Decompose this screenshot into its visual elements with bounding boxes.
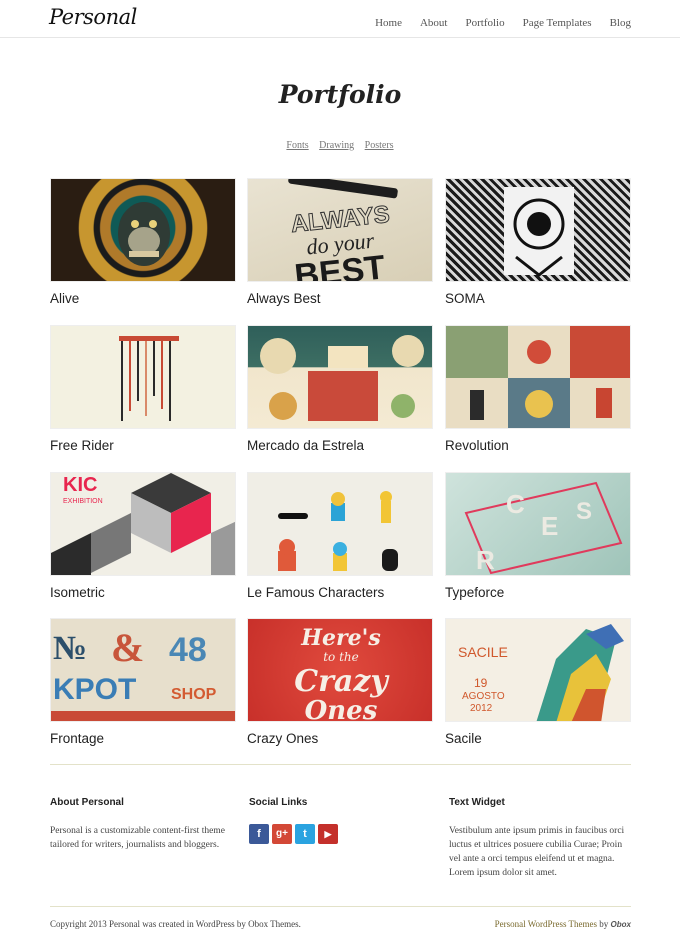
site-logo[interactable]: Personal [49, 5, 137, 29]
portfolio-item-typeforce[interactable]: C E S R Typeforce [445, 472, 631, 600]
thumbnail-frontage[interactable]: № & 48 KPOT SHOP [50, 618, 236, 722]
thumbnail-crazy-ones[interactable]: Here's to the Crazy Ones [247, 618, 433, 722]
thumbnail-revolution[interactable] [445, 325, 631, 429]
svg-text:S: S [576, 498, 592, 525]
nav-page-templates[interactable]: Page Templates [523, 17, 592, 29]
svg-text:KIC: KIC [63, 474, 97, 496]
thumbnail-sacile[interactable]: SACILE 19 AGOSTO 2012 [445, 618, 631, 722]
svg-text:E: E [541, 511, 558, 541]
portfolio-item-revolution[interactable]: Revolution [445, 325, 631, 453]
svg-text:to the: to the [323, 650, 359, 664]
svg-text:2012: 2012 [470, 703, 493, 714]
item-title[interactable]: Mercado da Estrela [247, 438, 433, 453]
item-title[interactable]: Frontage [50, 731, 236, 746]
copyright-text: Copyright 2013 Personal was created in W… [50, 919, 301, 929]
svg-text:R: R [476, 545, 495, 575]
item-title[interactable]: Alive [50, 291, 236, 306]
facebook-icon[interactable]: f [249, 824, 269, 844]
item-title[interactable]: Le Famous Characters [247, 585, 433, 600]
footer-widget-text: Vestibulum ante ipsum primis in faucibus… [449, 826, 625, 878]
filter-fonts[interactable]: Fonts [286, 140, 308, 151]
site-header: Personal Home About Portfolio Page Templ… [0, 0, 680, 38]
item-title[interactable]: Isometric [50, 585, 236, 600]
footer-widget-title: Text Widget [449, 797, 505, 808]
footer-social: Social Links f g+ t ▶ [249, 797, 434, 844]
item-title[interactable]: Free Rider [50, 438, 236, 453]
thumbnail-le-famous-characters[interactable] [247, 472, 433, 576]
thumbnail-free-rider[interactable] [50, 325, 236, 429]
footer-divider [50, 764, 631, 765]
portfolio-item-isometric[interactable]: KIC EXHIBITION Isometric [50, 472, 236, 600]
thumbnail-typeforce[interactable]: C E S R [445, 472, 631, 576]
item-title[interactable]: Typeforce [445, 585, 631, 600]
filter-drawing[interactable]: Drawing [319, 140, 354, 151]
svg-text:48: 48 [169, 631, 207, 669]
portfolio-item-always-best[interactable]: ALWAYS do your BEST Always Best [247, 178, 433, 306]
credit-by: by [599, 919, 609, 929]
footer-social-title: Social Links [249, 797, 308, 808]
thumbnail-soma[interactable] [445, 178, 631, 282]
item-title[interactable]: Crazy Ones [247, 731, 433, 746]
portfolio-item-sacile[interactable]: SACILE 19 AGOSTO 2012 Sacile [445, 618, 631, 746]
item-title[interactable]: Revolution [445, 438, 631, 453]
item-title[interactable]: Sacile [445, 731, 631, 746]
main-nav: Home About Portfolio Page Templates Blog [357, 17, 631, 29]
svg-text:№: № [53, 630, 87, 667]
filter-posters[interactable]: Posters [365, 140, 394, 151]
page-title: Portfolio [278, 80, 402, 109]
theme-credit: Personal WordPress Themes by Obox [495, 919, 631, 929]
svg-text:AGOSTO: AGOSTO [462, 691, 505, 702]
footer-text-widget: Text Widget Vestibulum ante ipsum primis… [449, 797, 634, 880]
thumbnail-mercado-da-estrela[interactable] [247, 325, 433, 429]
svg-text:KPOT: KPOT [53, 673, 136, 706]
copyright-divider [50, 906, 631, 907]
footer-about-text: Personal is a customizable content-first… [50, 826, 225, 850]
svg-text:Ones: Ones [305, 696, 378, 722]
item-title[interactable]: SOMA [445, 291, 631, 306]
nav-blog[interactable]: Blog [610, 17, 631, 29]
svg-text:19: 19 [474, 676, 488, 690]
svg-text:SACILE: SACILE [458, 644, 508, 660]
portfolio-item-alive[interactable]: Alive [50, 178, 236, 306]
portfolio-item-mercado-da-estrela[interactable]: Mercado da Estrela [247, 325, 433, 453]
twitter-icon[interactable]: t [295, 824, 315, 844]
thumbnail-always-best[interactable]: ALWAYS do your BEST [247, 178, 433, 282]
portfolio-item-frontage[interactable]: № & 48 KPOT SHOP Frontage [50, 618, 236, 746]
svg-text:SHOP: SHOP [171, 686, 217, 703]
portfolio-item-crazy-ones[interactable]: Here's to the Crazy Ones Crazy Ones [247, 618, 433, 746]
portfolio-filters: Fonts Drawing Posters [0, 140, 680, 151]
nav-portfolio[interactable]: Portfolio [465, 17, 504, 29]
portfolio-item-free-rider[interactable]: Free Rider [50, 325, 236, 453]
obox-logo[interactable]: Obox [611, 920, 631, 929]
theme-credit-link[interactable]: Personal WordPress Themes [495, 919, 597, 929]
footer-about: About Personal Personal is a customizabl… [50, 797, 235, 852]
svg-text:&: & [111, 625, 144, 670]
svg-text:C: C [506, 489, 525, 519]
svg-text:Here's: Here's [300, 625, 381, 651]
portfolio-item-le-famous-characters[interactable]: Le Famous Characters [247, 472, 433, 600]
portfolio-item-soma[interactable]: SOMA [445, 178, 631, 306]
item-title[interactable]: Always Best [247, 291, 433, 306]
youtube-icon[interactable]: ▶ [318, 824, 338, 844]
footer-about-title: About Personal [50, 797, 124, 808]
google-plus-icon[interactable]: g+ [272, 824, 292, 844]
nav-about[interactable]: About [420, 17, 448, 29]
svg-text:Crazy: Crazy [294, 664, 390, 699]
thumbnail-alive[interactable] [50, 178, 236, 282]
thumbnail-isometric[interactable]: KIC EXHIBITION [50, 472, 236, 576]
social-icons: f g+ t ▶ [249, 824, 434, 844]
nav-home[interactable]: Home [375, 17, 402, 29]
svg-text:EXHIBITION: EXHIBITION [63, 498, 103, 505]
